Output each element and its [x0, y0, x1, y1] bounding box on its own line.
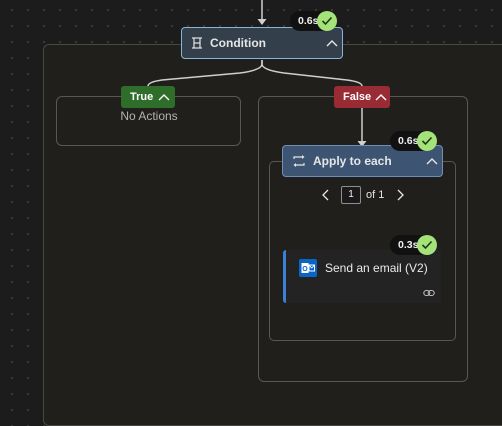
apply-duration-badge: 0.6s [390, 131, 437, 151]
email-duration: 0.3s [398, 239, 419, 251]
checkmark-icon [417, 131, 437, 151]
true-label-text: True [130, 91, 154, 103]
link-icon[interactable] [423, 289, 435, 297]
condition-duration: 0.6s [298, 15, 319, 27]
true-collapse-button[interactable] [153, 86, 175, 108]
svg-text:O: O [302, 266, 308, 273]
checkmark-icon [317, 11, 337, 31]
iteration-number-input[interactable]: 1 [341, 186, 361, 204]
condition-title: Condition [210, 36, 266, 50]
no-actions-text: No Actions [120, 109, 178, 123]
outlook-icon: O [299, 259, 317, 277]
false-collapse-button[interactable] [371, 86, 390, 108]
condition-duration-badge: 0.6s [290, 11, 337, 31]
next-iteration-button[interactable] [393, 185, 407, 205]
previous-iteration-button[interactable] [318, 185, 332, 205]
chevron-up-icon [426, 158, 438, 165]
condition-collapse-button[interactable] [322, 28, 342, 58]
loop-icon [293, 155, 305, 167]
true-branch-label[interactable]: True [121, 86, 175, 108]
iteration-total: of 1 [366, 189, 385, 201]
apply-duration: 0.6s [398, 135, 419, 147]
send-email-card[interactable]: O Send an email (V2) [283, 250, 441, 303]
condition-icon [192, 37, 202, 49]
chevron-left-icon [321, 189, 328, 201]
apply-to-each-title: Apply to each [313, 154, 392, 168]
chevron-up-icon [158, 94, 170, 101]
email-duration-badge: 0.3s [390, 235, 437, 255]
chevron-right-icon [397, 189, 404, 201]
checkmark-icon [417, 235, 437, 255]
condition-action-card[interactable]: Condition [181, 27, 343, 59]
chevron-up-icon [326, 40, 338, 47]
send-email-title: Send an email (V2) [325, 261, 428, 275]
chevron-up-icon [375, 94, 387, 101]
false-branch-label[interactable]: False [334, 86, 390, 108]
iteration-pager: 1 of 1 [318, 185, 407, 205]
false-label-text: False [343, 91, 372, 103]
